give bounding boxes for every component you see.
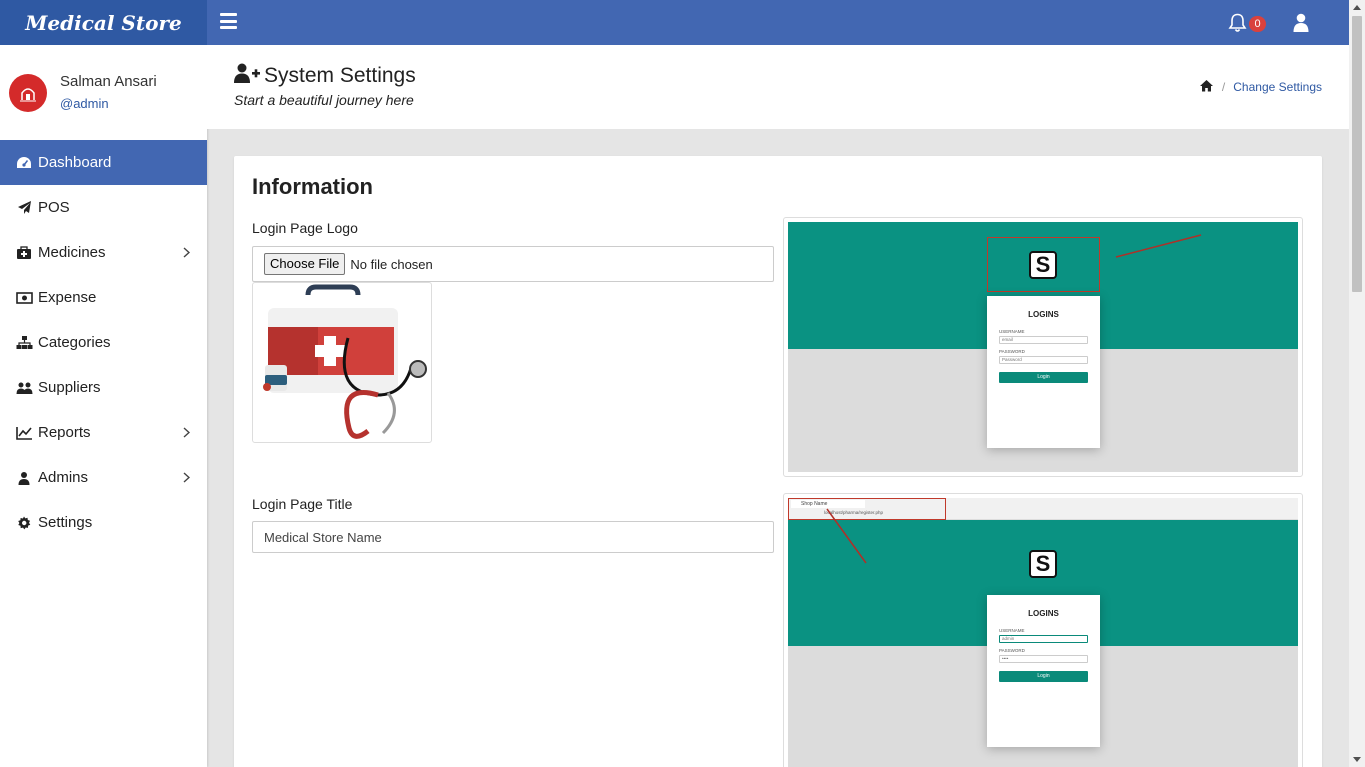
- sidebar-item-label: Reports: [38, 424, 91, 441]
- users-icon: [15, 380, 33, 396]
- login-title-input[interactable]: [252, 521, 774, 553]
- sidebar-item-admins[interactable]: Admins: [0, 455, 207, 500]
- sidebar-item-pos[interactable]: POS: [0, 185, 207, 230]
- sidebar-item-label: Settings: [38, 514, 93, 531]
- user-plus-icon: [234, 63, 260, 88]
- sidebar-item-label: Categories: [38, 334, 111, 351]
- username-preview: email: [999, 336, 1088, 344]
- sidebar-item-suppliers[interactable]: Suppliers: [0, 365, 207, 410]
- login-heading: LOGINS: [1028, 609, 1059, 618]
- sidebar-item-reports[interactable]: Reports: [0, 410, 207, 455]
- login-button-preview: Login: [999, 372, 1088, 383]
- user-panel: Salman Ansari @admin: [0, 45, 207, 140]
- sidebar-item-label: Admins: [38, 469, 89, 486]
- store-logo-icon: [20, 87, 36, 101]
- chevron-right-icon: [183, 246, 193, 260]
- home-icon[interactable]: [1199, 79, 1214, 95]
- sidebar-item-label: Suppliers: [38, 379, 101, 396]
- breadcrumb-current[interactable]: Change Settings: [1233, 80, 1322, 94]
- scroll-thumb[interactable]: [1352, 16, 1362, 292]
- sidebar-item-label: Expense: [38, 289, 97, 306]
- user-name: Salman Ansari: [60, 72, 157, 90]
- scroll-up-icon[interactable]: [1353, 5, 1361, 10]
- notification-badge: 0: [1249, 16, 1266, 32]
- sidebar-item-label: Dashboard: [38, 154, 112, 171]
- choose-file-button[interactable]: Choose File: [264, 253, 346, 275]
- username-preview: admin: [999, 635, 1088, 643]
- line-chart-icon: [15, 425, 33, 441]
- password-label: PASSWORD: [999, 349, 1025, 354]
- card-title: Information: [252, 174, 373, 199]
- medkit-icon: [15, 245, 33, 261]
- medical-kit-stethoscope-image: [263, 284, 427, 439]
- sidebar: Medical Store Salman Ansari @admin Dashb…: [0, 0, 207, 767]
- bell-icon[interactable]: [1228, 13, 1248, 33]
- sidebar-item-settings[interactable]: Settings: [0, 500, 207, 545]
- sidebar-item-categories[interactable]: Categories: [0, 320, 207, 365]
- password-preview: ••••: [999, 655, 1088, 663]
- sidebar-item-label: POS: [38, 199, 70, 216]
- pointer-arrow-icon: [826, 508, 867, 564]
- avatar[interactable]: [9, 73, 47, 112]
- top-navbar: 0: [207, 0, 1349, 45]
- login-box-preview: LOGINS USERNAME email PASSWORD Password …: [987, 296, 1100, 448]
- breadcrumb: / Change Settings: [1199, 79, 1322, 95]
- logo-file-input[interactable]: Choose File No file chosen: [252, 246, 774, 282]
- login-button-preview: Login: [999, 671, 1088, 682]
- gear-icon: [15, 515, 33, 531]
- logo-preview-image: [252, 282, 432, 443]
- file-status: No file chosen: [350, 256, 433, 272]
- username-label: USERNAME: [999, 628, 1025, 633]
- sidebar-item-dashboard[interactable]: Dashboard: [0, 140, 207, 185]
- chevron-right-icon: [183, 426, 193, 440]
- paper-plane-icon: [15, 200, 33, 216]
- scroll-down-icon[interactable]: [1353, 757, 1361, 762]
- sidebar-item-label: Medicines: [38, 244, 106, 261]
- login-preview-title: Shop Name localhost/pharma/register.php …: [783, 493, 1303, 767]
- page-scrollbar[interactable]: [1349, 0, 1365, 767]
- settings-card: Information Login Page Logo Choose File …: [234, 156, 1322, 767]
- pointer-arrow-icon: [1115, 234, 1202, 258]
- user-role[interactable]: @admin: [60, 94, 157, 114]
- logo-field-label: Login Page Logo: [252, 220, 358, 236]
- user-menu-icon[interactable]: [1293, 13, 1309, 32]
- s-logo-icon: S: [1029, 251, 1057, 279]
- login-heading: LOGINS: [1028, 310, 1059, 319]
- password-preview: Password: [999, 356, 1088, 364]
- sitemap-icon: [15, 335, 33, 351]
- money-icon: [15, 290, 33, 306]
- page-header: System Settings Start a beautiful journe…: [207, 45, 1349, 129]
- sidebar-item-medicines[interactable]: Medicines: [0, 230, 207, 275]
- chevron-right-icon: [183, 471, 193, 485]
- breadcrumb-separator: /: [1221, 80, 1226, 94]
- sidebar-item-expense[interactable]: Expense: [0, 275, 207, 320]
- s-logo-icon: S: [1029, 550, 1057, 578]
- dashboard-icon: [15, 155, 33, 171]
- page-title: System Settings: [264, 63, 416, 87]
- password-label: PASSWORD: [999, 648, 1025, 653]
- login-preview-logo: S LOGINS USERNAME email PASSWORD Passwor…: [783, 217, 1303, 477]
- login-box-preview: LOGINS USERNAME admin PASSWORD •••• Logi…: [987, 595, 1100, 747]
- title-field-label: Login Page Title: [252, 496, 353, 512]
- user-icon: [15, 470, 33, 486]
- page-subtitle: Start a beautiful journey here: [234, 92, 414, 108]
- brand-logo[interactable]: Medical Store: [0, 0, 207, 45]
- hamburger-menu-icon[interactable]: [220, 13, 237, 29]
- username-label: USERNAME: [999, 329, 1025, 334]
